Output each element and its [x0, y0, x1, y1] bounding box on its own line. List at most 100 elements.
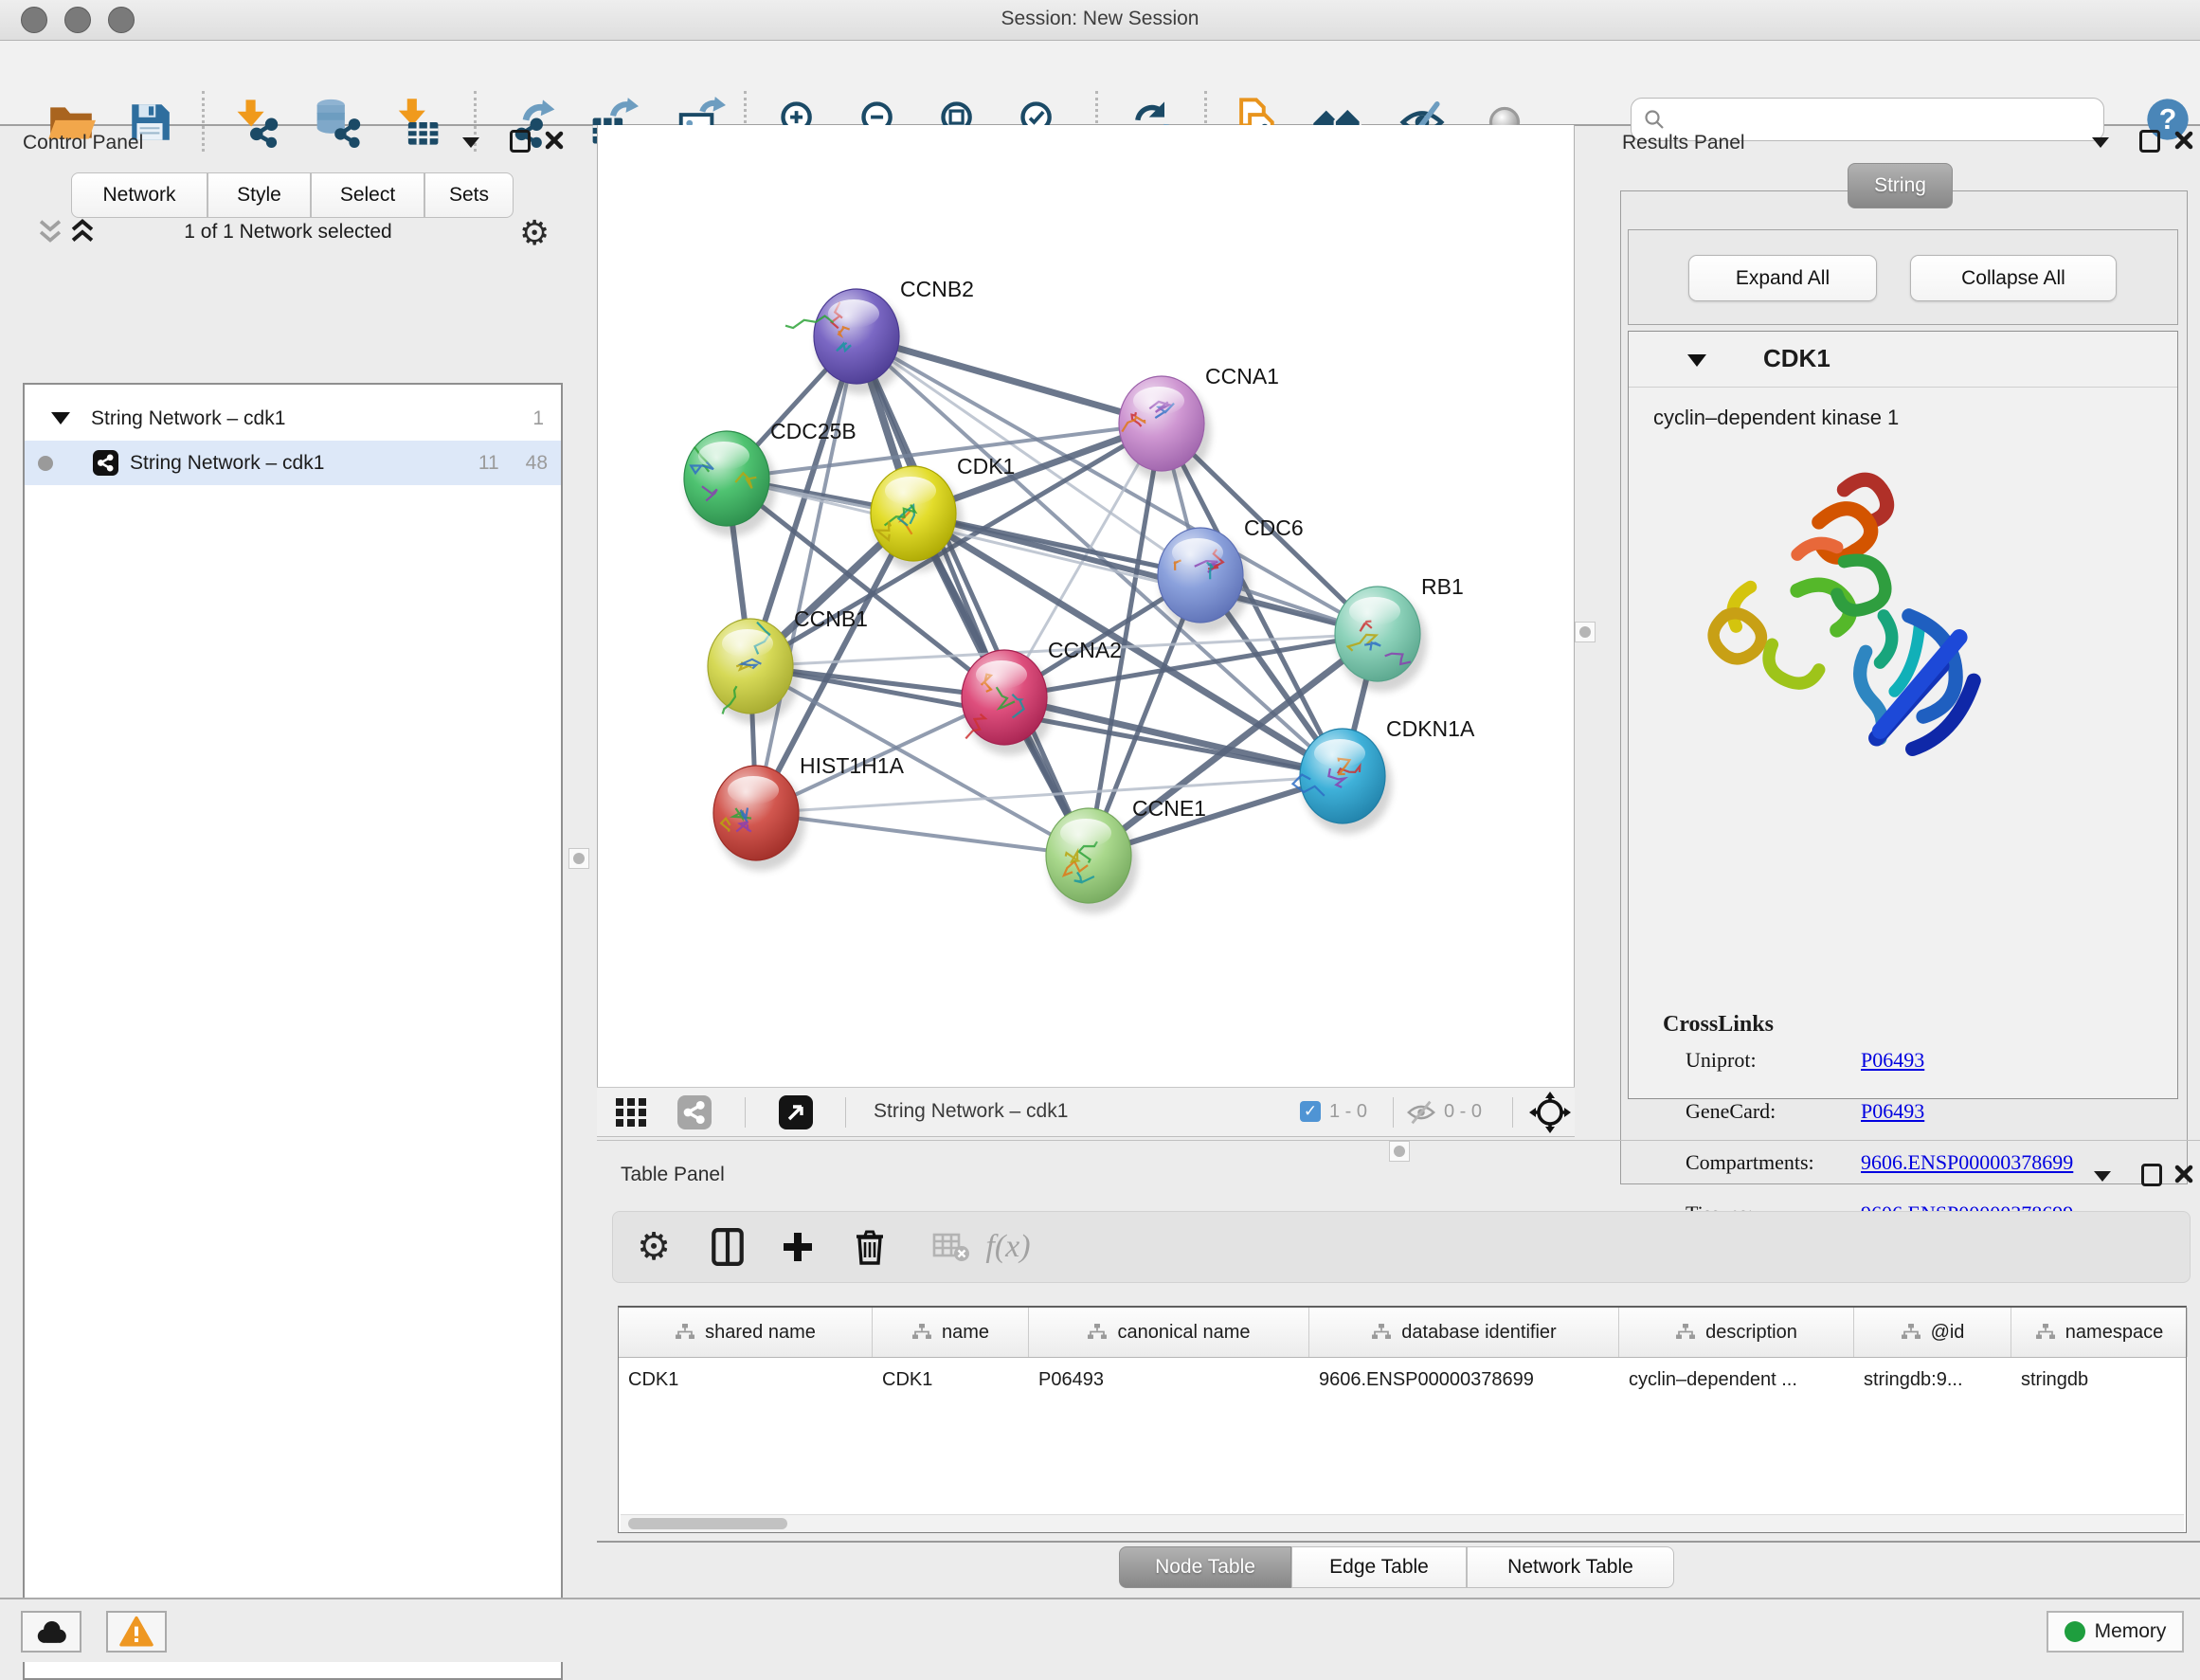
right-splitter-handle[interactable]: [1575, 622, 1596, 642]
crosslink-link[interactable]: P06493: [1861, 1099, 1924, 1124]
column-header-canonicalname[interactable]: canonical name: [1029, 1308, 1309, 1357]
selected-node-edge-counter: 1 - 0: [1329, 1101, 1367, 1123]
panel-close-icon[interactable]: [2173, 1164, 2194, 1184]
table-cell[interactable]: stringdb: [2011, 1369, 2188, 1391]
network-collection-row[interactable]: String Network – cdk1 1: [25, 396, 561, 441]
crosslink-label: GeneCard:: [1686, 1099, 1776, 1123]
panel-float-icon[interactable]: [2141, 1164, 2162, 1186]
disclosure-triangle-icon[interactable]: [51, 412, 70, 425]
control-panel-title: Control Panel: [23, 132, 143, 154]
network-node-CDK1[interactable]: [871, 466, 963, 571]
panel-menu-icon[interactable]: [2092, 137, 2109, 148]
network-collection-label: String Network – cdk1: [91, 407, 285, 430]
left-splitter-handle[interactable]: [568, 848, 589, 869]
toolbar-separator: [745, 1097, 746, 1128]
selected-checkbox-icon[interactable]: ✓: [1300, 1101, 1321, 1122]
panel-close-icon[interactable]: [544, 130, 565, 151]
node-count: 11: [478, 452, 499, 475]
crosslinks-title: CrossLinks: [1663, 1012, 1774, 1038]
results-panel: Results Panel String Expand All Collapse…: [1611, 124, 2200, 1141]
tab-network-table[interactable]: Network Table: [1467, 1546, 1674, 1588]
open-in-window-icon[interactable]: [779, 1095, 813, 1129]
network-edge-CCNB2-HIST1H1A[interactable]: [756, 336, 857, 813]
protein-name: CDK1: [1763, 344, 1830, 373]
network-node-CDC25B[interactable]: [684, 431, 776, 536]
collection-count: 1: [532, 407, 544, 430]
horizontal-scrollbar[interactable]: [621, 1514, 2184, 1532]
table-cell[interactable]: CDK1: [619, 1369, 873, 1391]
tab-network[interactable]: Network: [71, 172, 207, 218]
table-settings-gear-icon[interactable]: ⚙: [631, 1224, 676, 1270]
network-node-CCNB2[interactable]: [785, 289, 906, 394]
string-style-icon[interactable]: [677, 1095, 712, 1129]
node-label-CDK1: CDK1: [957, 454, 1015, 479]
string-network-badge-icon: [93, 450, 118, 476]
protein-structure-image: [1667, 450, 2036, 810]
toolbar-separator: [845, 1097, 846, 1128]
function-builder-icon-disabled: f(x): [985, 1224, 1031, 1270]
show-columns-icon[interactable]: [705, 1224, 750, 1270]
crosslink-link[interactable]: P06493: [1861, 1048, 1924, 1073]
column-header-sharedname[interactable]: shared name: [619, 1308, 873, 1357]
node-label-CCNB1: CCNB1: [794, 606, 868, 631]
edge-count: 48: [526, 452, 548, 475]
delete-column-trash-icon[interactable]: [847, 1224, 893, 1270]
crosslink-row: Uniprot:P06493: [1686, 1048, 1757, 1073]
network-canvas[interactable]: CCNB2CCNA1CDC25BCDK1CDC6RB1CCNB1CCNA2CDK…: [597, 125, 1575, 1087]
control-panel: Control Panel Network Style Select Sets …: [0, 124, 589, 1598]
add-column-icon[interactable]: [775, 1224, 820, 1270]
panel-menu-icon[interactable]: [462, 137, 479, 148]
node-label-CCNA2: CCNA2: [1048, 638, 1122, 662]
tab-sets[interactable]: Sets: [424, 172, 514, 218]
network-view-title: String Network – cdk1: [874, 1100, 1068, 1123]
column-header-databaseidentifier[interactable]: database identifier: [1309, 1308, 1619, 1357]
table-cell[interactable]: stringdb:9...: [1854, 1369, 2011, 1391]
column-header-description[interactable]: description: [1619, 1308, 1854, 1357]
tab-select[interactable]: Select: [311, 172, 424, 218]
table-cell[interactable]: 9606.ENSP00000378699: [1309, 1369, 1619, 1391]
hidden-items-eye-icon[interactable]: [1406, 1099, 1436, 1126]
tab-string[interactable]: String: [1848, 163, 1953, 208]
network-node-CCNA2[interactable]: [962, 650, 1054, 755]
warnings-button[interactable]: [106, 1611, 167, 1653]
scrollbar-thumb[interactable]: [628, 1518, 787, 1529]
tab-edge-table[interactable]: Edge Table: [1291, 1546, 1467, 1588]
delete-table-icon-disabled: [929, 1224, 974, 1270]
collapse-all-button[interactable]: Collapse All: [1910, 255, 2117, 301]
table-tabs-divider: [597, 1541, 2200, 1543]
warning-icon: [118, 1616, 154, 1648]
tab-style[interactable]: Style: [207, 172, 311, 218]
node-label-CCNE1: CCNE1: [1132, 796, 1206, 821]
expand-all-button[interactable]: Expand All: [1688, 255, 1877, 301]
panel-menu-icon[interactable]: [2094, 1171, 2111, 1182]
column-header-name[interactable]: name: [873, 1308, 1029, 1357]
memory-button[interactable]: Memory: [2047, 1611, 2184, 1653]
network-node-CCNE1[interactable]: [1046, 808, 1138, 913]
panel-close-icon[interactable]: [2173, 130, 2194, 151]
table-row[interactable]: CDK1CDK1P064939606.ENSP00000378699cyclin…: [619, 1358, 2186, 1401]
birdseye-grid-icon[interactable]: [614, 1096, 648, 1129]
network-node-CCNA1[interactable]: [1119, 376, 1211, 481]
network-edge-HIST1H1A-CCNE1[interactable]: [756, 813, 1089, 856]
fit-selected-crosshair-icon[interactable]: [1529, 1092, 1571, 1133]
network-graph[interactable]: CCNB2CCNA1CDC25BCDK1CDC6RB1CCNB1CCNA2CDK…: [598, 125, 1574, 1085]
title-bar: Session: New Session: [0, 0, 2200, 41]
network-node-RB1[interactable]: [1335, 587, 1427, 692]
protein-section: CDK1 cyclin–dependent kinase 1 CrossLink…: [1628, 331, 2178, 1099]
section-disclosure-icon[interactable]: [1687, 354, 1706, 367]
panel-float-icon[interactable]: [510, 130, 531, 153]
table-cell[interactable]: cyclin–dependent ...: [1619, 1369, 1854, 1391]
table-cell[interactable]: P06493: [1029, 1369, 1309, 1391]
cloud-status-button[interactable]: [21, 1611, 81, 1653]
network-tree: String Network – cdk1 1 String Network –…: [23, 383, 563, 1680]
network-options-gear-icon[interactable]: ⚙: [519, 213, 550, 253]
column-header-id[interactable]: @id: [1854, 1308, 2011, 1357]
column-header-namespace[interactable]: namespace: [2011, 1308, 2188, 1357]
network-row-selected[interactable]: String Network – cdk1 11 48: [25, 441, 561, 485]
network-node-HIST1H1A[interactable]: [713, 766, 805, 871]
tab-node-table[interactable]: Node Table: [1119, 1546, 1291, 1588]
network-node-CDC6[interactable]: [1158, 528, 1250, 633]
crosslink-label: Uniprot:: [1686, 1048, 1757, 1072]
panel-float-icon[interactable]: [2139, 130, 2160, 153]
table-cell[interactable]: CDK1: [873, 1369, 1029, 1391]
